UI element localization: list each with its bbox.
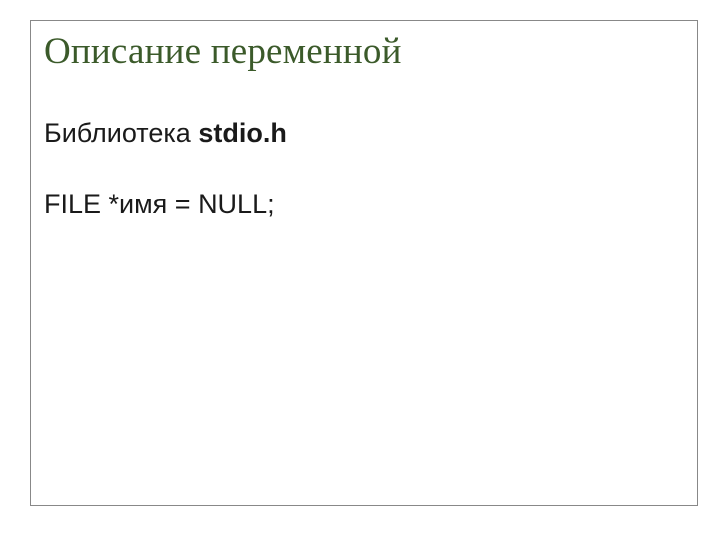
slide-body: Библиотека stdio.h FILE *имя = NULL; (44, 116, 676, 258)
library-name: stdio.h (198, 118, 287, 148)
slide: Описание переменной Библиотека stdio.h F… (0, 0, 720, 540)
library-prefix: Библиотека (44, 118, 198, 148)
library-line: Библиотека stdio.h (44, 116, 676, 151)
code-line: FILE *имя = NULL; (44, 187, 676, 222)
slide-title: Описание переменной (44, 30, 402, 73)
content-frame (30, 20, 698, 506)
